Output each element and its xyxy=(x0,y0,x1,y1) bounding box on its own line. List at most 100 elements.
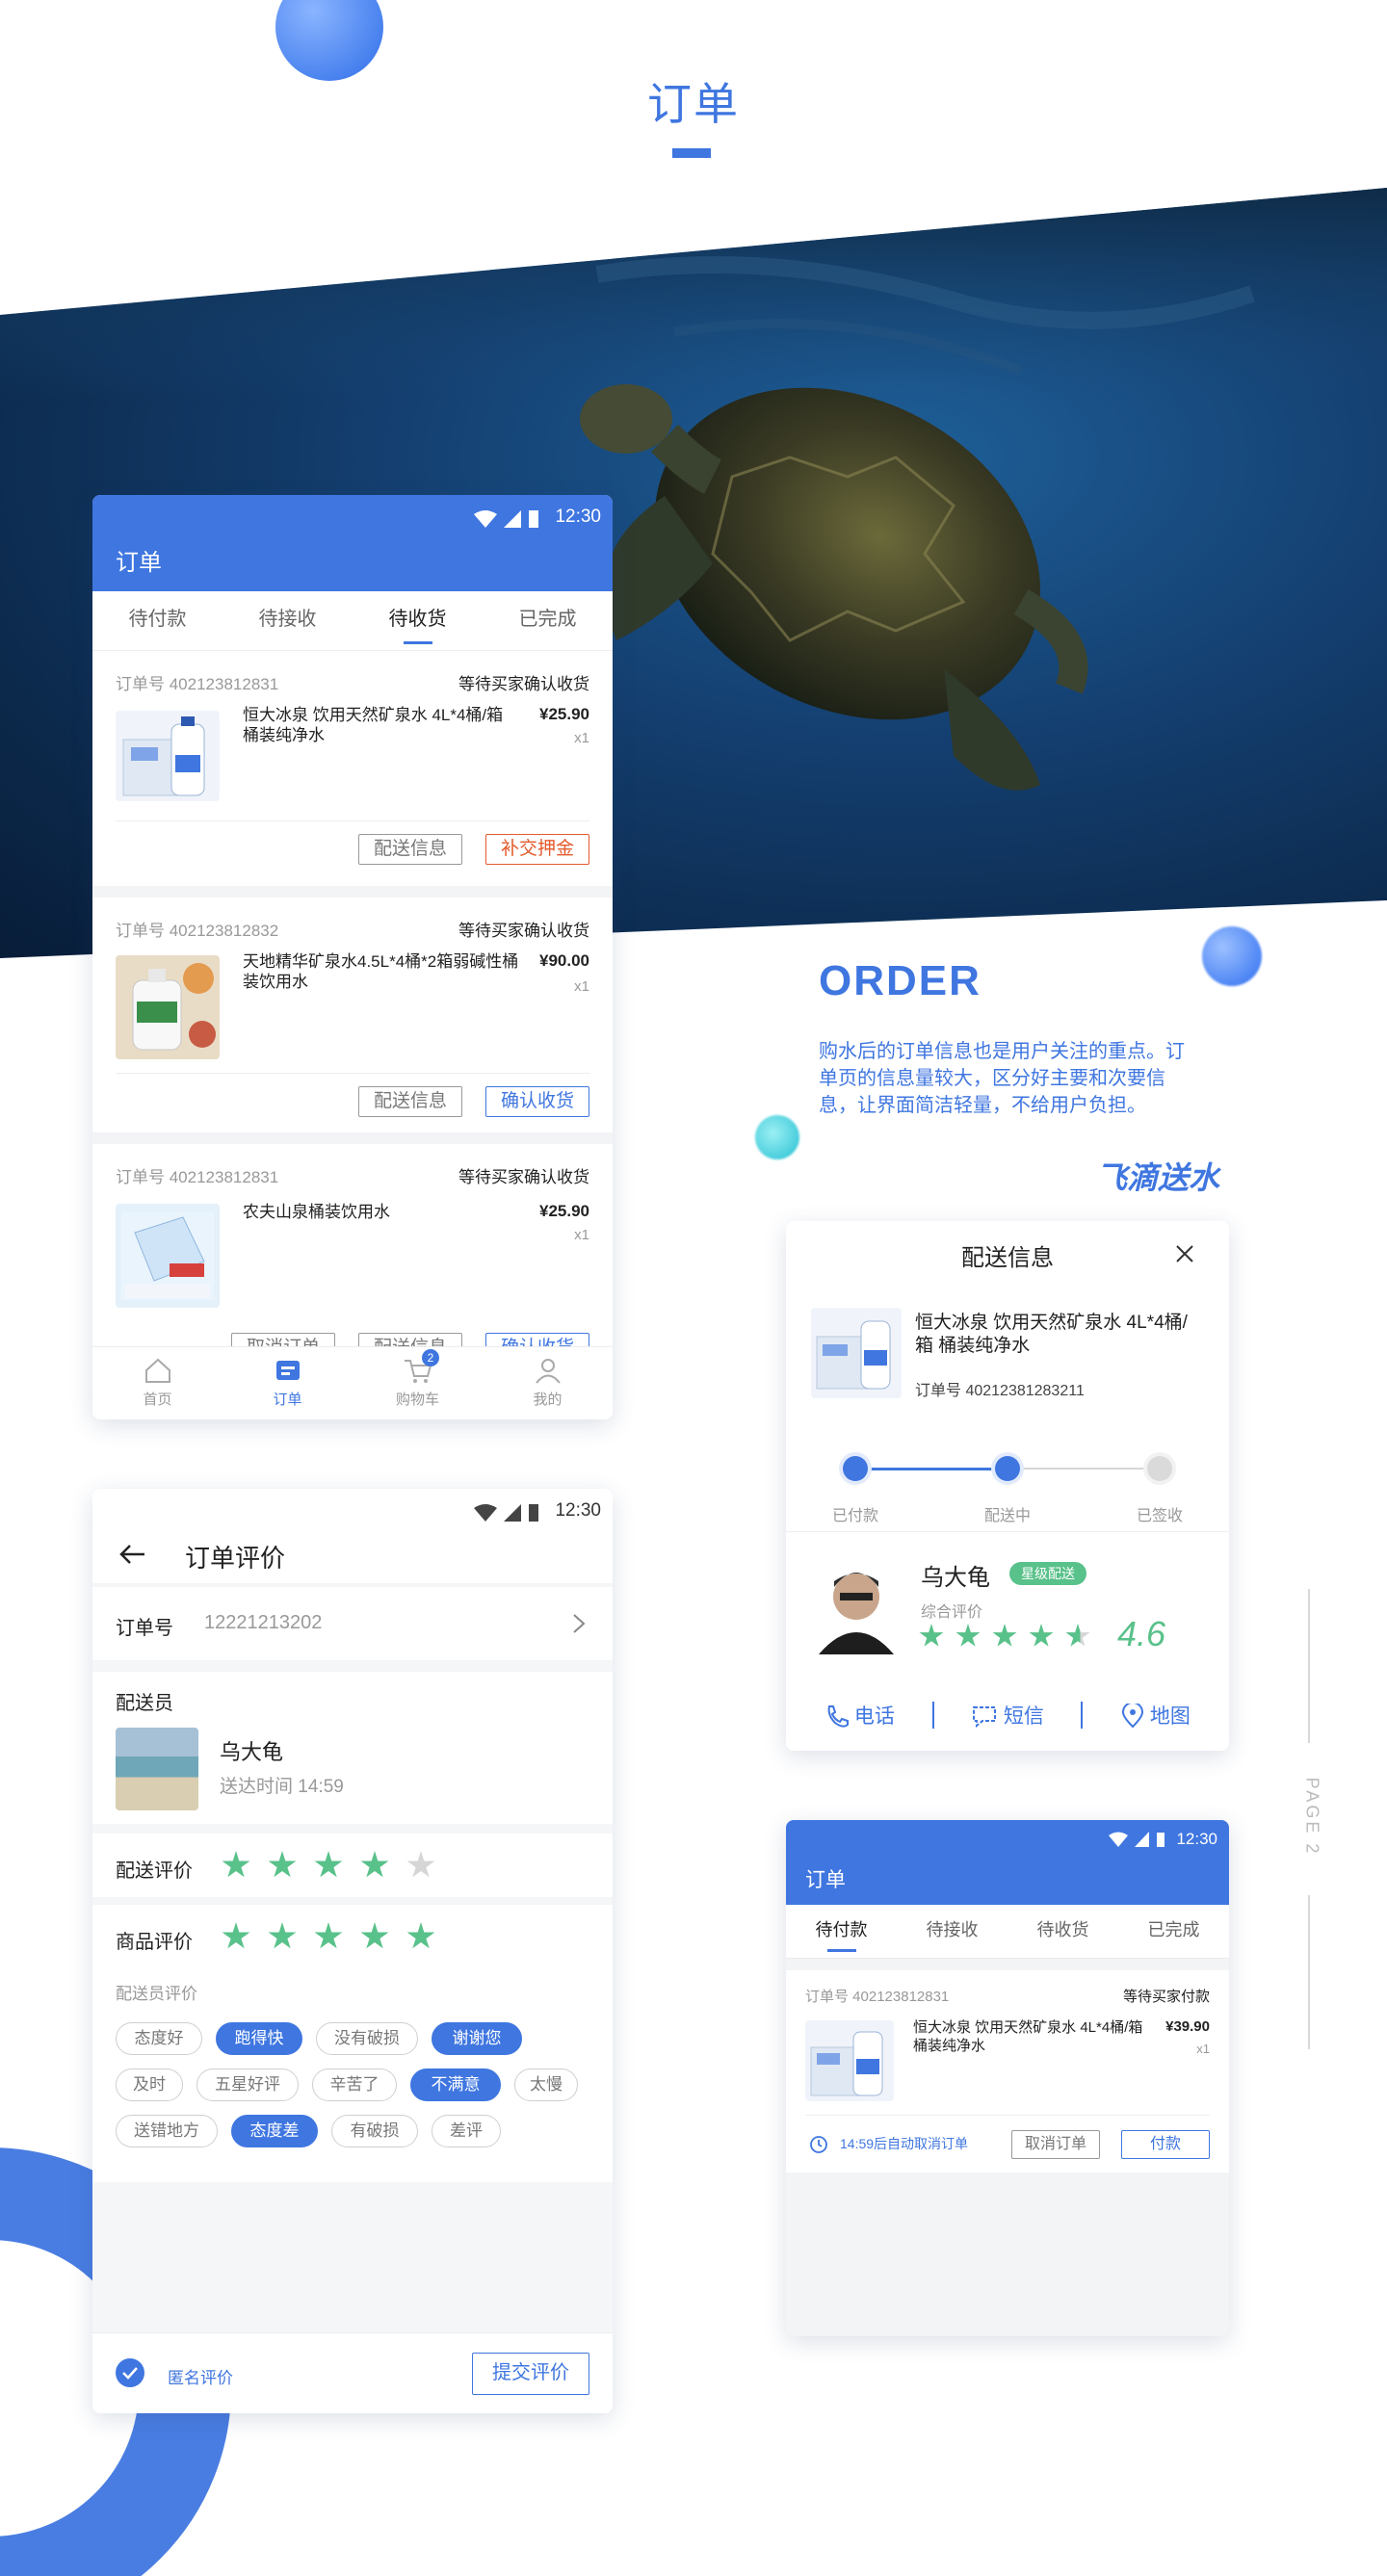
tags-section: 配送员评价 态度好 跑得快 没有破损 谢谢您 及时 五星好评 辛苦了 不满意 太慢 送错地方 态度差… xyxy=(92,1968,613,2182)
map-button[interactable]: 地图 xyxy=(1083,1701,1229,1730)
page-side-label: PAGE 2 xyxy=(1302,1777,1322,1857)
divider xyxy=(116,820,589,821)
page-side-line-top xyxy=(1308,1589,1310,1743)
delivery-rating-stars[interactable] xyxy=(222,1851,435,1880)
divider xyxy=(805,2115,1210,2116)
rating-star-icon xyxy=(1065,1624,1090,1647)
review-tag-chip[interactable]: 跑得快 xyxy=(216,2022,302,2055)
confirm-receipt-button[interactable]: 确认收货 xyxy=(485,1086,589,1117)
nav-home[interactable]: 首页 xyxy=(92,1347,222,1419)
review-tag-chip[interactable]: 谢谢您 xyxy=(432,2022,522,2055)
delivery-info-button[interactable]: 配送信息 xyxy=(358,1086,462,1117)
tab-pending-payment[interactable]: 待付款 xyxy=(786,1905,897,1958)
pay-deposit-button[interactable]: 补交押金 xyxy=(485,834,589,865)
decor-ball-right xyxy=(1202,926,1262,986)
rating-star-icon[interactable] xyxy=(268,1851,297,1878)
review-tag-chip[interactable]: 不满意 xyxy=(410,2069,501,2101)
review-tag-chip[interactable]: 及时 xyxy=(116,2069,183,2101)
progress-line-pending xyxy=(1008,1468,1160,1470)
rating-star-icon[interactable] xyxy=(268,1922,297,1949)
step-dot-paid xyxy=(843,1456,868,1481)
rating-star-icon[interactable] xyxy=(360,1922,389,1949)
rating-star-icon[interactable] xyxy=(222,1922,250,1949)
pay-button[interactable]: 付款 xyxy=(1121,2130,1210,2159)
status-icons xyxy=(474,1502,539,1522)
status-time: 12:30 xyxy=(555,1500,601,1521)
delivery-info-button[interactable]: 配送信息 xyxy=(358,834,462,865)
product-image xyxy=(805,2020,894,2101)
review-footer: 匿名评价 提交评价 xyxy=(92,2332,613,2413)
rating-star-icon[interactable] xyxy=(314,1851,343,1878)
review-tag-chip[interactable]: 辛苦了 xyxy=(312,2069,397,2101)
rating-star-icon[interactable] xyxy=(314,1922,343,1949)
status-time: 12:30 xyxy=(555,507,601,527)
star-courier-badge: 星级配送 xyxy=(1009,1562,1086,1585)
review-tag-chip[interactable]: 太慢 xyxy=(514,2069,578,2101)
water-bucket-icon xyxy=(121,1211,214,1300)
order-number: 订单号 402123812832 xyxy=(116,922,279,940)
review-tag-chip[interactable]: 五星好评 xyxy=(196,2069,299,2101)
order-gap xyxy=(92,1132,613,1144)
goods-rating-row: 商品评价 xyxy=(92,1905,613,1968)
tab-pending-accept[interactable]: 待接收 xyxy=(222,591,353,650)
message-button[interactable]: 短信 xyxy=(934,1701,1081,1730)
courier-avatar xyxy=(815,1558,898,1654)
cancel-order-button[interactable]: 取消订单 xyxy=(231,1333,335,1346)
review-tag-chip[interactable]: 有破损 xyxy=(331,2115,418,2147)
nav-cart-label: 购物车 xyxy=(395,1392,439,1408)
battery-icon xyxy=(1157,1833,1165,1847)
rating-star-icon xyxy=(992,1624,1017,1647)
nav-cart[interactable]: 2 购物车 xyxy=(353,1347,483,1419)
rating-star-icon[interactable] xyxy=(406,1922,435,1949)
rating-star-icon xyxy=(919,1624,944,1647)
tab-pending-accept[interactable]: 待接收 xyxy=(897,1905,1008,1958)
nav-profile[interactable]: 我的 xyxy=(483,1347,613,1419)
nav-orders[interactable]: 订单 xyxy=(222,1347,353,1419)
delivery-rating-row: 配送评价 xyxy=(92,1834,613,1897)
rating-star-icon[interactable] xyxy=(406,1851,435,1878)
delivery-rating-label: 配送评价 xyxy=(116,1860,193,1882)
rating-star-icon[interactable] xyxy=(360,1851,389,1878)
order-number-row[interactable]: 订单号 12221213202 xyxy=(92,1587,613,1660)
tab-pending-receive[interactable]: 待收货 xyxy=(1008,1905,1118,1958)
call-button[interactable]: 电话 xyxy=(786,1701,932,1730)
product-name: 天地精华矿泉水4.5L*4桶*2箱弱碱性桶装饮用水 xyxy=(243,952,519,991)
cancel-order-button[interactable]: 取消订单 xyxy=(1011,2130,1100,2159)
delivery-info-dialog: 配送信息 恒大冰泉 饮用天然矿泉水 4L*4桶/箱 桶装纯净水 订单号 4021… xyxy=(786,1221,1229,1751)
signal-icon xyxy=(504,1504,521,1522)
bottom-nav: 首页 订单 2 购物车 我的 xyxy=(92,1346,613,1419)
review-tag-chip[interactable]: 态度好 xyxy=(116,2022,202,2055)
product-name: 恒大冰泉 饮用天然矿泉水 4L*4桶/箱 桶装纯净水 xyxy=(913,2019,1143,2054)
delivery-info-button[interactable]: 配送信息 xyxy=(358,1333,462,1346)
review-tag-chip[interactable]: 差评 xyxy=(432,2115,501,2147)
anonymous-checkbox[interactable] xyxy=(116,2358,144,2387)
order-gap xyxy=(92,886,613,898)
product-price: ¥25.90 xyxy=(539,1202,589,1220)
rating-star-icon[interactable] xyxy=(222,1851,250,1878)
close-icon[interactable] xyxy=(1175,1244,1194,1263)
tab-completed[interactable]: 已完成 xyxy=(483,591,613,650)
decor-ball-teal xyxy=(755,1115,799,1159)
review-tag-chip[interactable]: 没有破损 xyxy=(316,2022,418,2055)
tab-pending-payment[interactable]: 待付款 xyxy=(92,591,222,650)
wifi-icon xyxy=(474,510,497,528)
wifi-icon xyxy=(474,1504,497,1522)
review-tag-chip[interactable]: 态度差 xyxy=(231,2115,318,2147)
check-icon xyxy=(122,2367,138,2380)
goods-rating-stars[interactable] xyxy=(222,1922,435,1951)
step-label-signed: 已签收 xyxy=(1136,1508,1183,1524)
review-tag-chip[interactable]: 送错地方 xyxy=(116,2115,218,2147)
status-time: 12:30 xyxy=(1176,1830,1217,1848)
courier-name: 乌大龟 xyxy=(921,1565,990,1591)
confirm-receipt-button[interactable]: 确认收货 xyxy=(485,1333,589,1346)
tab-completed[interactable]: 已完成 xyxy=(1118,1905,1229,1958)
product-image xyxy=(116,711,220,801)
orders-appbar: 12:30 订单 xyxy=(92,495,613,591)
product-image xyxy=(116,955,220,1059)
submit-review-button[interactable]: 提交评价 xyxy=(472,2353,589,2395)
status-icons xyxy=(474,508,539,528)
tab-pending-receive[interactable]: 待收货 xyxy=(353,591,483,650)
product-image xyxy=(811,1308,902,1398)
back-arrow-icon[interactable] xyxy=(118,1543,146,1566)
orders-screen: 12:30 订单 待付款 待接收 待收货 已完成 订单号 40212381283… xyxy=(92,495,613,1419)
